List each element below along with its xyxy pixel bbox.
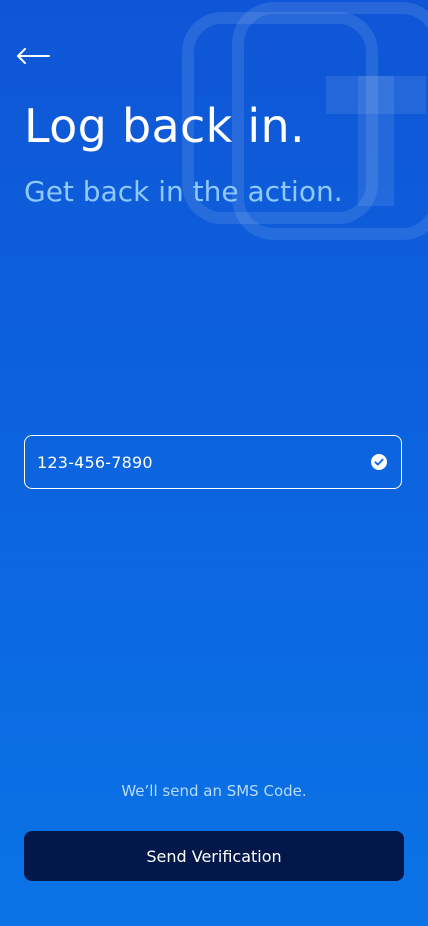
back-button[interactable] bbox=[16, 40, 60, 72]
send-verification-button[interactable]: Send Verification bbox=[24, 831, 404, 881]
phone-number-value[interactable]: 123-456-7890 bbox=[37, 453, 371, 472]
page-subtitle: Get back in the action. bbox=[24, 175, 343, 208]
check-circle-icon bbox=[371, 454, 387, 470]
phone-number-field[interactable]: 123-456-7890 bbox=[24, 435, 402, 489]
page-title: Log back in. bbox=[24, 99, 305, 153]
sms-note: We’ll send an SMS Code. bbox=[121, 782, 307, 800]
arrow-left-icon bbox=[17, 48, 50, 64]
